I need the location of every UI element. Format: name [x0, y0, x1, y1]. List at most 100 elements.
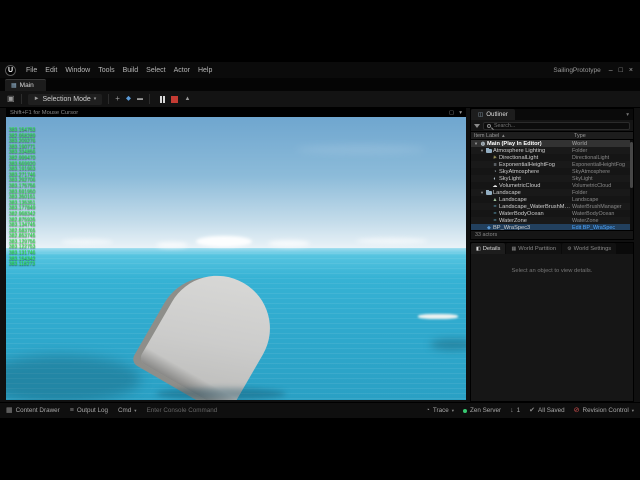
- outliner-row-waterzone[interactable]: ≈ WaterZone WaterZone: [471, 217, 633, 224]
- details-tab-row: ◧ Details ▦ World Partition ⚙ World Settings: [471, 243, 633, 254]
- world-icon: ◍: [480, 140, 486, 147]
- outliner-row-main-play-in-editor[interactable]: ▾ ◍ Main (Play In Editor) World: [471, 140, 633, 147]
- quick-add-button[interactable]: +: [115, 95, 120, 103]
- menu-tools[interactable]: Tools: [94, 67, 118, 74]
- actor-count: 33 actors: [475, 232, 498, 238]
- details-empty-text: Select an object to view details.: [511, 268, 593, 274]
- viewport-maximize-icon[interactable]: ▢: [449, 110, 454, 116]
- outliner-tab-row: ◫ Outliner ▾: [471, 109, 633, 120]
- row-label: VolumetricCloud: [499, 182, 541, 189]
- outliner-panel: ◫ Outliner ▾ Search... Item Label ▲ Type…: [470, 108, 634, 240]
- row-label: Atmosphere Lighting: [493, 147, 546, 154]
- cloud: [196, 236, 252, 247]
- console-placeholder: Enter Console Command: [146, 407, 218, 414]
- tab-outliner[interactable]: ◫ Outliner: [471, 109, 515, 120]
- tab-label: World Settings: [573, 245, 612, 252]
- row-type: WaterZone: [572, 217, 599, 224]
- column-type[interactable]: Type: [574, 133, 630, 139]
- viewport-3d-scene[interactable]: 383.154753 382.958289 383.209276 383.190771…: [6, 117, 466, 400]
- editor-mode-dropdown[interactable]: ► Selection Mode ▾: [27, 93, 103, 105]
- outliner-row-waterbodyocean[interactable]: ≈ WaterBodyOcean WaterBodyOcean: [471, 210, 633, 217]
- edit-blueprint-link[interactable]: Edit BP_WraSpec: [572, 225, 628, 231]
- tab-main-level[interactable]: ▦ Main: [5, 79, 46, 91]
- panel-options-icon[interactable]: ▾: [626, 112, 633, 118]
- landscape-icon: ▲: [492, 196, 498, 203]
- cmd-label: Cmd: [118, 407, 132, 414]
- outliner-search-input[interactable]: Search...: [483, 121, 630, 130]
- menu-edit[interactable]: Edit: [41, 67, 61, 74]
- blueprints-button[interactable]: ◆: [126, 95, 131, 103]
- outliner-row-atmosphere-lighting[interactable]: ▾ Atmosphere Lighting Folder: [471, 147, 633, 154]
- unreal-logo-icon[interactable]: U: [5, 64, 16, 76]
- save-status-button[interactable]: ✔ All Saved: [529, 407, 564, 414]
- sort-ascending-icon: ▲: [501, 133, 506, 138]
- cursor-icon: ►: [33, 96, 40, 102]
- maximize-window-button[interactable]: □: [619, 67, 623, 74]
- viewport-options-icon[interactable]: ▾: [459, 110, 462, 116]
- blueprint-icon: ◆: [487, 224, 491, 231]
- revision-control-button[interactable]: ⊘ Revision Control ▾: [574, 407, 634, 414]
- output-log-button[interactable]: ≡ Output Log: [70, 407, 108, 414]
- skylight-icon: ◐: [493, 175, 497, 182]
- outliner-row-skyatmosphere[interactable]: ◔ SkyAtmosphere SkyAtmosphere: [471, 168, 633, 175]
- derived-data-button[interactable]: ↓ 1: [510, 407, 520, 414]
- distant-island: [418, 314, 458, 319]
- close-window-button[interactable]: ×: [629, 67, 633, 74]
- chevron-down-icon: ▾: [631, 407, 634, 413]
- content-drawer-button[interactable]: ▦ Content Drawer: [6, 407, 60, 414]
- outliner-row-landscape[interactable]: ▲ Landscape Landscape: [471, 196, 633, 203]
- outliner-row-landscape[interactable]: ▾ Landscape Folder: [471, 189, 633, 196]
- outliner-row-volumetriccloud[interactable]: ☁ VolumetricCloud VolumetricCloud: [471, 182, 633, 189]
- menu-file[interactable]: File: [22, 67, 41, 74]
- zen-server-status[interactable]: Zen Server: [463, 407, 501, 414]
- outliner-row-landscape-waterbrushmanager[interactable]: ≈Landscape_WaterBrushManagerWaterBrushMa…: [471, 203, 633, 210]
- mode-label: Selection Mode: [42, 95, 91, 103]
- cinematics-button[interactable]: ▬: [137, 96, 143, 102]
- row-label: BP_WraSpec3: [493, 224, 531, 231]
- row-label: SkyLight: [499, 175, 521, 182]
- download-icon: ↓: [510, 407, 514, 414]
- zen-server-label: Zen Server: [470, 407, 502, 414]
- tab-world-partition[interactable]: ▦ World Partition: [506, 243, 562, 254]
- outliner-tab-label: Outliner: [486, 111, 508, 118]
- toolbar-divider: [148, 94, 150, 104]
- details-panel: ◧ Details ▦ World Partition ⚙ World Settings …: [470, 242, 634, 402]
- debug-output-text: 383.154753 382.958289 383.209276 383.190771…: [9, 127, 35, 268]
- menu-build[interactable]: Build: [119, 67, 143, 74]
- filter-icon[interactable]: [474, 123, 480, 128]
- menu-select[interactable]: Select: [142, 67, 169, 74]
- outliner-row-directionallight[interactable]: ☀ DirectionalLight DirectionalLight: [471, 154, 633, 161]
- tab-details[interactable]: ◧ Details: [471, 243, 506, 254]
- row-type: WaterBrushManager: [572, 203, 622, 210]
- stop-button[interactable]: [171, 95, 179, 103]
- outliner-row-bp-wraspec3[interactable]: ◆ BP_WraSpec3 Edit BP_WraSpec: [471, 224, 633, 230]
- menu-actor[interactable]: Actor: [170, 67, 194, 74]
- cmd-dropdown[interactable]: Cmd ▾: [118, 407, 137, 414]
- project-title: SailingPrototype: [553, 66, 601, 74]
- pause-button[interactable]: [159, 95, 166, 103]
- output-log-label: Output Log: [76, 407, 108, 414]
- trace-button[interactable]: ◔ Trace ▾: [426, 407, 454, 414]
- minimize-window-button[interactable]: –: [609, 67, 613, 74]
- outliner-row-exponentialheightfog[interactable]: ≡ ExponentialHeightFog ExponentialHeightFo…: [471, 161, 633, 168]
- outliner-scrollbar-thumb[interactable]: [630, 142, 633, 188]
- cloud: [268, 240, 310, 247]
- menu-window[interactable]: Window: [61, 67, 94, 74]
- letterbox-top: [0, 0, 640, 62]
- chevron-down-icon: ▾: [93, 96, 97, 102]
- row-label: Main (Play In Editor): [487, 140, 542, 147]
- letterbox-bottom: [0, 418, 640, 480]
- row-type: DirectionalLight: [572, 154, 610, 161]
- row-label: ExponentialHeightFog: [499, 161, 555, 168]
- console-command-input[interactable]: Enter Console Command: [147, 407, 218, 414]
- statusbar-right: ◔ Trace ▾ Zen Server ↓ 1 ✔ All Saved ⊘ R…: [426, 407, 634, 414]
- menu-help[interactable]: Help: [194, 67, 216, 74]
- level-icon: ▦: [11, 83, 17, 89]
- outliner-row-skylight[interactable]: ◐ SkyLight SkyLight: [471, 175, 633, 182]
- tab-world-settings[interactable]: ⚙ World Settings: [562, 243, 617, 254]
- column-item-label[interactable]: Item Label ▲: [474, 133, 574, 139]
- eject-button[interactable]: ▲: [184, 96, 190, 102]
- save-button[interactable]: ▣: [7, 95, 15, 103]
- search-icon: [487, 123, 491, 128]
- viewport-panel[interactable]: Shift+F1 for Mouse Cursor ▢ ▾ 383.154753…: [6, 108, 466, 400]
